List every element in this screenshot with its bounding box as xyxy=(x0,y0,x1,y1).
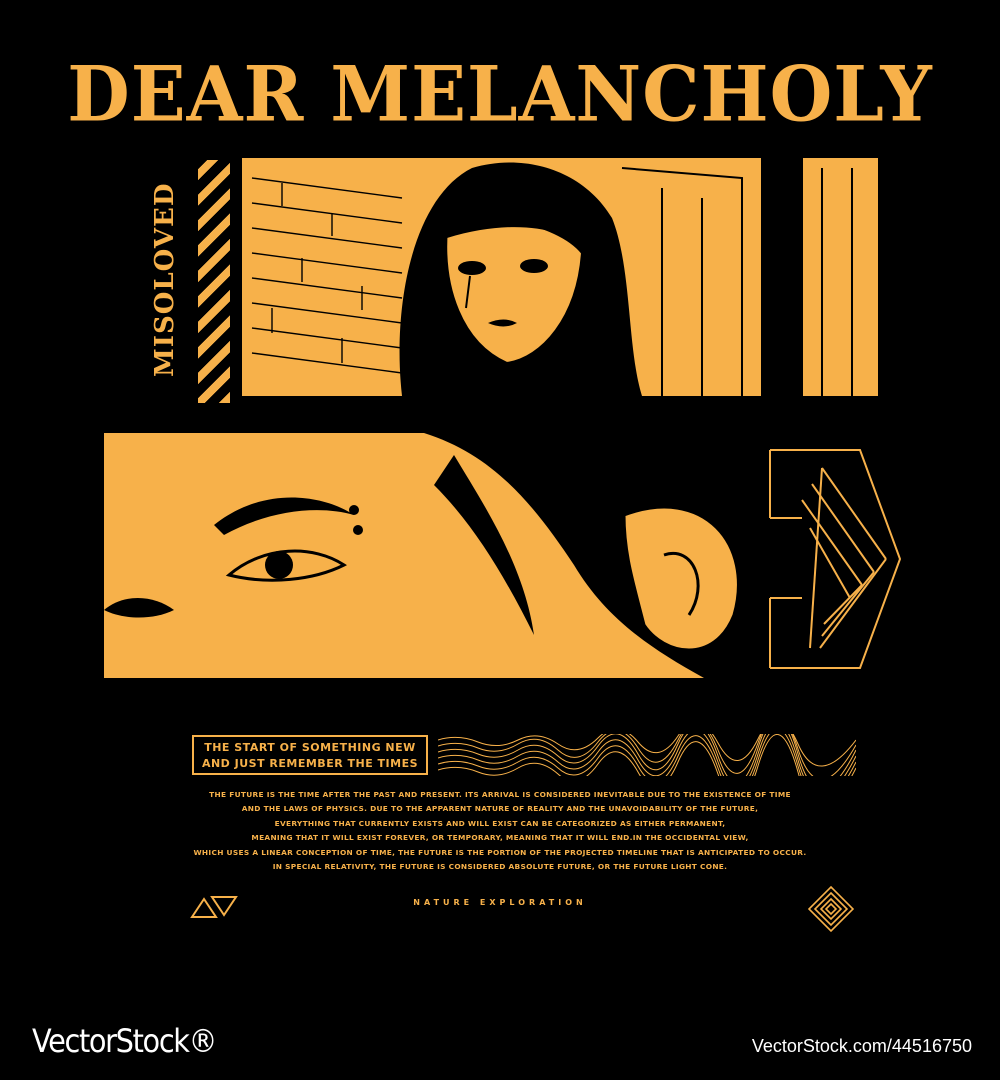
poster-title: DEAR MELANCHOLY xyxy=(67,48,933,139)
watermark-id: VectorStock.com/44516750 xyxy=(751,1036,972,1056)
body-line: THE FUTURE IS THE TIME AFTER THE PAST AN… xyxy=(209,790,791,799)
body-line: WHICH USES A LINEAR CONCEPTION OF TIME, … xyxy=(193,847,807,857)
body-line: AND THE LAWS OF PHYSICS. DUE TO THE APPA… xyxy=(241,804,759,814)
body-line: IN SPECIAL RELATIVITY, THE FUTURE IS CON… xyxy=(272,862,728,872)
body-line: MEANING THAT IT WILL EXIST FOREVER, OR T… xyxy=(251,833,749,843)
illustration-girl-panel xyxy=(242,158,878,396)
body-line: EVERYTHING THAT CURRENTLY EXISTS AND WIL… xyxy=(274,818,726,828)
tagline-box: THE START OF SOMETHING NEW AND JUST REME… xyxy=(192,735,428,775)
hexagon-frame-icon xyxy=(769,449,902,669)
tagline-line-2: AND JUST REMEMBER THE TIMES xyxy=(201,757,419,770)
wave-pattern xyxy=(438,734,856,776)
body-paragraph: THE FUTURE IS THE TIME AFTER THE PAST AN… xyxy=(120,788,880,874)
tagline-line-1: THE START OF SOMETHING NEW xyxy=(204,741,416,754)
watermark-brand: VectorStock® xyxy=(32,1022,217,1060)
hazard-stripes xyxy=(198,160,230,403)
nested-diamond-icon xyxy=(808,886,854,932)
illustration-eyes-panel xyxy=(104,433,769,678)
vertical-label: MISOLOVED xyxy=(150,182,180,378)
